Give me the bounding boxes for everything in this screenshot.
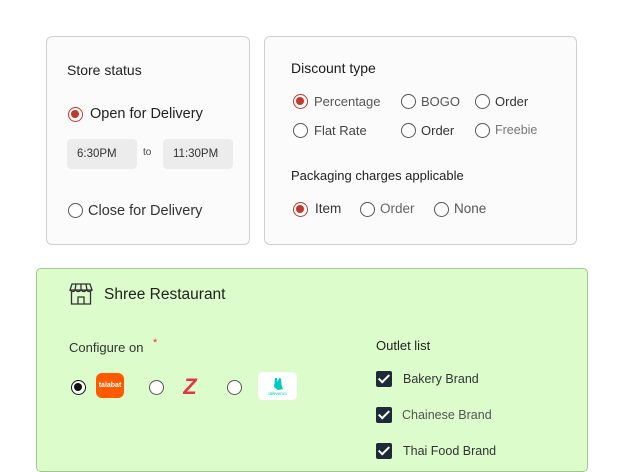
packaging-order-label[interactable]: Order [380,201,415,216]
close-for-delivery-radio[interactable] [68,203,83,218]
restaurant-panel: Shree Restaurant Configure on * talabat … [36,268,588,472]
talabat-logo[interactable]: talabat [96,373,124,398]
packaging-order-radio[interactable] [360,202,375,217]
outlet-thai-label[interactable]: Thai Food Brand [403,444,496,458]
time-separator: to [143,147,152,158]
discount-bogo-radio[interactable] [401,94,416,109]
outlet-list-title: Outlet list [376,338,431,353]
configure-on-label: Configure on [69,340,144,355]
platform-zomato-radio[interactable] [149,380,164,395]
store-status-title: Store status [67,62,142,78]
discount-order-label[interactable]: Order [495,94,528,109]
discount-order-2-label[interactable]: Order [421,123,454,138]
discount-percentage-label[interactable]: Percentage [314,94,381,109]
discount-order-2-radio[interactable] [401,123,416,138]
discount-freebie-label[interactable]: Freebie [495,123,537,137]
packaging-item-radio[interactable] [293,202,308,217]
outlet-chainese-checkbox[interactable] [376,407,392,423]
discount-flat-rate-radio[interactable] [293,123,308,138]
restaurant-name: Shree Restaurant [104,286,226,303]
time-from-input[interactable]: 6:30PM [67,139,137,169]
required-asterisk: * [153,337,158,349]
store-icon [69,283,93,305]
discount-bogo-label[interactable]: BOGO [421,94,460,109]
store-status-card: Store status Open for Delivery 6:30PM to… [46,36,250,245]
deliveroo-logo[interactable]: deliveroo [258,372,297,400]
open-for-delivery-label[interactable]: Open for Delivery [90,106,203,122]
discount-flat-rate-label[interactable]: Flat Rate [314,123,367,138]
time-to-input[interactable]: 11:30PM [163,139,233,169]
close-for-delivery-label[interactable]: Close for Delivery [88,203,202,219]
discount-type-title: Discount type [291,60,376,76]
platform-deliveroo-radio[interactable] [227,380,242,395]
discount-freebie-radio[interactable] [475,123,490,138]
outlet-chainese-label[interactable]: Chainese Brand [402,408,492,422]
packaging-item-label[interactable]: Item [315,201,341,216]
discount-card: Discount type Percentage BOGO Order Flat… [264,36,577,245]
platform-talabat-radio[interactable] [71,380,86,395]
outlet-bakery-checkbox[interactable] [376,371,392,387]
outlet-thai-checkbox[interactable] [376,443,392,459]
packaging-title: Packaging charges applicable [291,168,464,183]
deliveroo-kangaroo-icon [273,377,283,390]
open-for-delivery-radio[interactable] [68,107,83,122]
discount-percentage-radio[interactable] [293,94,308,109]
zomato-logo[interactable]: Z [178,374,202,399]
outlet-bakery-label[interactable]: Bakery Brand [403,372,479,386]
discount-order-radio[interactable] [475,94,490,109]
packaging-none-label[interactable]: None [454,201,486,216]
packaging-none-radio[interactable] [434,202,449,217]
